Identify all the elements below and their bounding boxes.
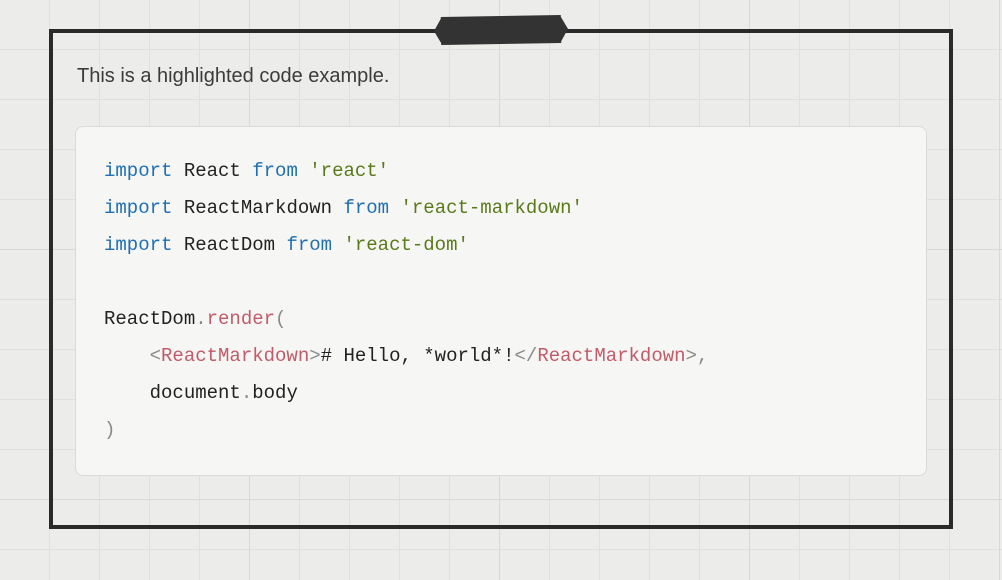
keyword-import: import: [104, 160, 172, 182]
keyword-from: from: [343, 197, 389, 219]
keyword-from: from: [252, 160, 298, 182]
jsx-tag: ReactMarkdown: [161, 345, 309, 367]
jsx-open-bracket: </: [515, 345, 538, 367]
string-literal: 'react-dom': [343, 234, 468, 256]
identifier: body: [252, 382, 298, 404]
string-literal: 'react-markdown': [400, 197, 582, 219]
keyword-from: from: [286, 234, 332, 256]
identifier: ReactDom: [184, 234, 275, 256]
identifier: ReactDom: [104, 308, 195, 330]
jsx-tag: ReactMarkdown: [537, 345, 685, 367]
jsx-close-bracket: >: [309, 345, 320, 367]
code-line-2: import ReactMarkdown from 'react-markdow…: [104, 197, 583, 219]
keyword-import: import: [104, 197, 172, 219]
punct-dot: .: [195, 308, 206, 330]
jsx-text: # Hello, *world*!: [321, 345, 515, 367]
code-line-5: ReactDom.render(: [104, 308, 286, 330]
string-literal: 'react': [309, 160, 389, 182]
keyword-import: import: [104, 234, 172, 256]
intro-text: This is a highlighted code example.: [77, 65, 927, 88]
tape-decoration: [441, 15, 561, 45]
jsx-open-bracket: <: [150, 345, 161, 367]
identifier: React: [184, 160, 241, 182]
punct-dot: .: [241, 382, 252, 404]
punct-comma: ,: [697, 345, 708, 367]
identifier: ReactMarkdown: [184, 197, 332, 219]
code-line-7: document.body: [104, 382, 298, 404]
identifier: document: [150, 382, 241, 404]
jsx-close-bracket: >: [686, 345, 697, 367]
example-card: This is a highlighted code example. impo…: [49, 29, 953, 529]
punct-paren-close: ): [104, 419, 115, 441]
code-line-6: <ReactMarkdown># Hello, *world*!</ReactM…: [104, 345, 708, 367]
code-line-3: import ReactDom from 'react-dom': [104, 234, 469, 256]
code-line-8: ): [104, 419, 115, 441]
code-line-1: import React from 'react': [104, 160, 389, 182]
code-block: import React from 'react' import ReactMa…: [75, 126, 927, 476]
method-name: render: [207, 308, 275, 330]
punct-paren-open: (: [275, 308, 286, 330]
